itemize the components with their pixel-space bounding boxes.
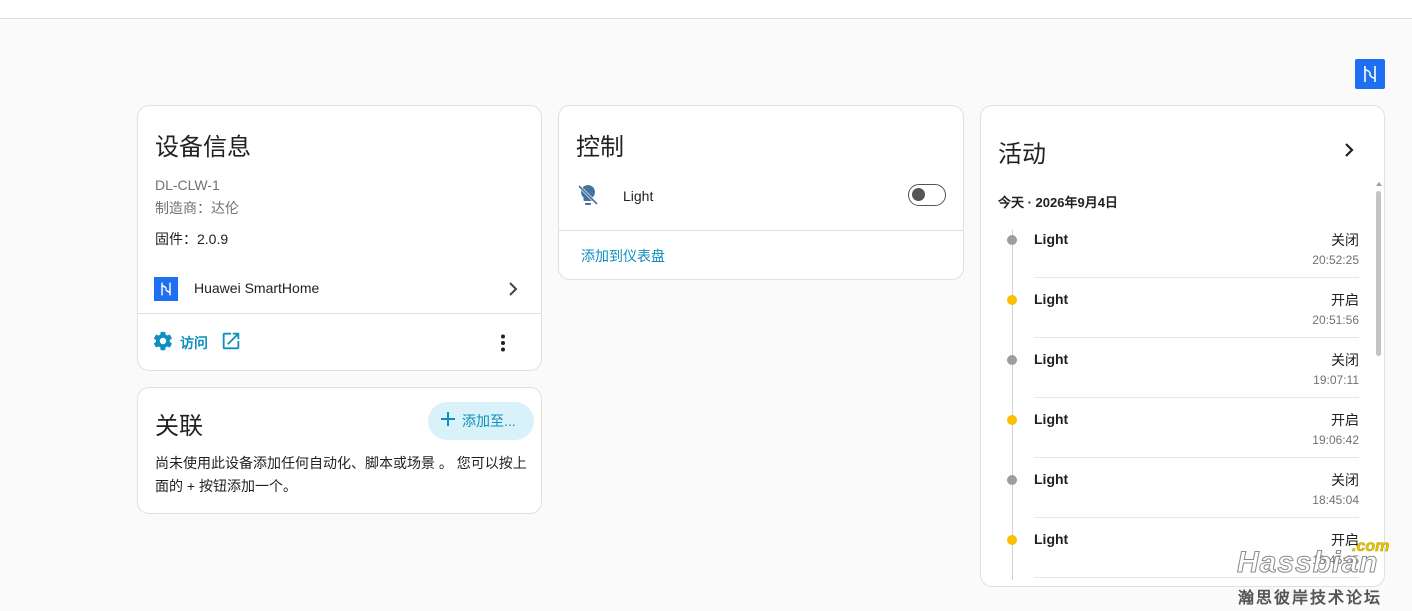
entry-name: Light [1034, 471, 1069, 487]
related-card: 关联 添加至... 尚未使用此设备添加任何自动化、脚本或场景 。 您可以按上面的… [137, 387, 542, 514]
entry-state: 关闭 [1331, 352, 1359, 368]
state-dot [1007, 535, 1017, 545]
huawei-logo-icon [154, 277, 178, 301]
related-empty-text: 尚未使用此设备添加任何自动化、脚本或场景 。 您可以按上面的 + 按钮添加一个。 [155, 455, 527, 494]
entity-row-light[interactable]: Light [559, 180, 963, 214]
gear-icon [152, 330, 174, 357]
chevron-right-icon [505, 278, 521, 305]
state-dot [1007, 415, 1017, 425]
device-manufacturer: 制造商：达伦 [155, 200, 239, 216]
toggle-knob [912, 188, 925, 201]
huawei-logo-icon [1355, 59, 1385, 89]
activity-entry[interactable]: Light 关闭 19:07:11 [981, 338, 1376, 398]
add-to-label: 添加至... [462, 413, 516, 429]
watermark-sub: 瀚思彼岸技术论坛 [1238, 590, 1383, 607]
activity-entry[interactable]: Light 关闭 20:52:25 [981, 218, 1376, 278]
lightbulb-off-icon [576, 183, 600, 212]
entry-name: Light [1034, 231, 1069, 247]
state-dot [1007, 295, 1017, 305]
activity-entry[interactable]: Light 关闭 18:45:04 [981, 458, 1376, 518]
device-info-title: 设备信息 [155, 134, 251, 161]
integration-name: Huawei SmartHome [194, 280, 320, 296]
state-dot [1007, 475, 1017, 485]
chevron-right-icon[interactable] [1341, 139, 1357, 166]
related-title: 关联 [155, 413, 203, 440]
add-to-button[interactable]: 添加至... [428, 402, 534, 440]
entity-name: Light [623, 188, 654, 204]
scroll-up-arrow-icon [1376, 182, 1382, 186]
activity-day-heading: 今天 · 2026年9月4日 [998, 195, 1118, 210]
entry-state: 关闭 [1331, 472, 1359, 488]
plus-icon [440, 411, 456, 432]
device-model: DL-CLW-1 [155, 177, 220, 193]
controls-title: 控制 [576, 134, 624, 161]
entry-time: 20:51:56 [1312, 313, 1359, 327]
state-dot [1007, 235, 1017, 245]
activity-scrollbar[interactable] [1376, 181, 1382, 581]
activity-card: 活动 今天 · 2026年9月4日 Light 关闭 20:52:25 Ligh… [980, 105, 1385, 587]
entry-time: 18:45:04 [1312, 493, 1359, 507]
entry-state: 开启 [1331, 412, 1359, 428]
controls-card: 控制 Light 添加到仪表盘 [558, 105, 964, 280]
integration-link[interactable]: Huawei SmartHome [138, 270, 541, 310]
entry-name: Light [1034, 351, 1069, 367]
watermark-com: .com [1352, 538, 1390, 556]
visit-button[interactable]: 访问 [152, 330, 242, 356]
light-toggle[interactable] [908, 184, 946, 206]
activity-title: 活动 [998, 141, 1046, 168]
open-in-new-icon [220, 330, 242, 357]
hassbian-watermark: Hassbian .com 瀚思彼岸技术论坛 [1232, 538, 1402, 608]
entry-state: 关闭 [1331, 232, 1359, 248]
top-bar [0, 0, 1412, 19]
entry-name: Light [1034, 531, 1069, 547]
entry-time: 20:52:25 [1312, 253, 1359, 267]
state-dot [1007, 355, 1017, 365]
scrollbar-thumb[interactable] [1376, 191, 1381, 356]
entry-time: 19:06:42 [1312, 433, 1359, 447]
card-divider [559, 230, 963, 231]
add-to-dashboard-link[interactable]: 添加到仪表盘 [581, 246, 665, 266]
entry-time: 19:07:11 [1313, 373, 1359, 387]
device-info-card: 设备信息 DL-CLW-1 制造商：达伦 固件：2.0.9 Huawei Sma… [137, 105, 542, 371]
card-divider [138, 313, 541, 314]
activity-entry[interactable]: Light 开启 20:51:56 [981, 278, 1376, 338]
device-firmware: 固件：2.0.9 [155, 231, 229, 247]
activity-entry[interactable]: Light 开启 19:06:42 [981, 398, 1376, 458]
entry-name: Light [1034, 411, 1069, 427]
entry-name: Light [1034, 291, 1069, 307]
visit-label: 访问 [180, 335, 208, 351]
kebab-icon[interactable] [491, 331, 515, 355]
entry-state: 开启 [1331, 292, 1359, 308]
